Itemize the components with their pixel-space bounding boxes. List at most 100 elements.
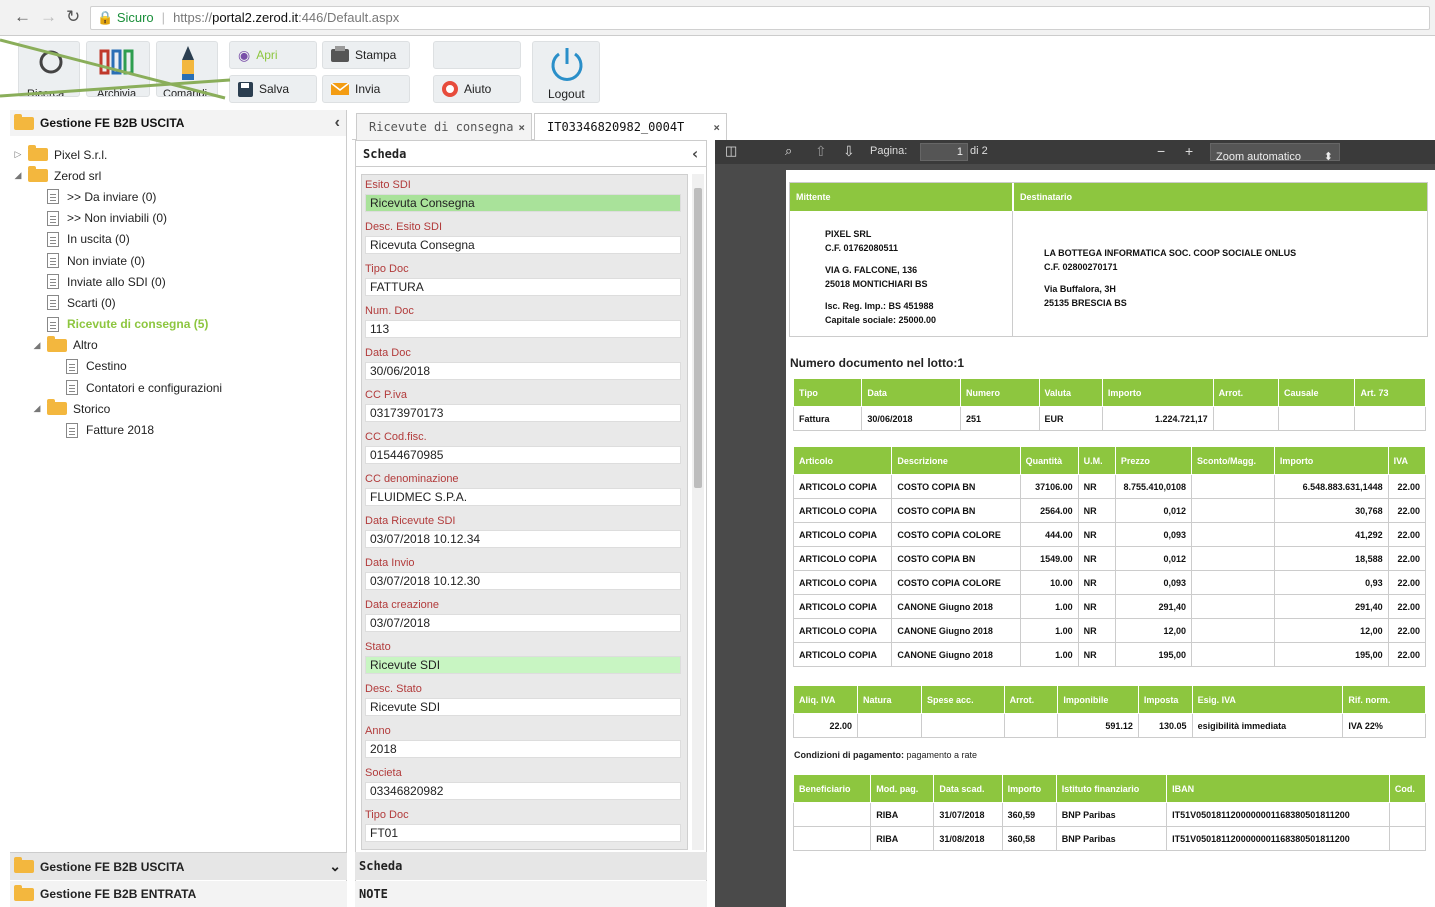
tree-item-label: Inviate allo SDI (0) bbox=[67, 274, 166, 289]
tree-item-label: >> Non inviabili (0) bbox=[67, 211, 168, 226]
tab-document[interactable]: IT03346820982_0004T × bbox=[534, 113, 727, 140]
tree-item-label: Cestino bbox=[86, 359, 127, 374]
address-line: 25018 MONTICHIARI BS bbox=[825, 279, 928, 289]
tree-item-label: In uscita (0) bbox=[67, 232, 130, 247]
expander-icon[interactable]: ◢ bbox=[31, 403, 43, 414]
table-cell: 18,588 bbox=[1273, 546, 1389, 571]
tree-item[interactable]: Cestino bbox=[10, 356, 346, 377]
ricerca-button[interactable]: Ricerca bbox=[18, 41, 80, 97]
tree-item[interactable]: Inviate allo SDI (0) bbox=[10, 271, 346, 292]
chevron-down-icon[interactable]: ⌄ bbox=[329, 858, 341, 875]
document-icon bbox=[66, 380, 78, 396]
address-line bbox=[825, 291, 936, 299]
tree-item[interactable]: In uscita (0) bbox=[10, 229, 346, 250]
forward-icon[interactable]: → bbox=[40, 7, 57, 27]
tree-item[interactable]: Fatture 2018 bbox=[10, 419, 346, 440]
column-header: Mod. pag. bbox=[870, 774, 935, 803]
close-icon[interactable]: × bbox=[713, 121, 720, 134]
tree-item[interactable]: Non inviate (0) bbox=[10, 250, 346, 271]
scheda-bottom-header[interactable]: Scheda bbox=[355, 852, 707, 880]
apri-button[interactable]: ◉ Apri bbox=[229, 41, 317, 69]
zoom-value: Zoom automatico bbox=[1216, 151, 1301, 163]
field-value[interactable]: FLUIDMEC S.P.A. bbox=[365, 488, 681, 506]
table-cell bbox=[1277, 406, 1356, 431]
logout-button[interactable]: Logout bbox=[532, 41, 600, 103]
column-header: Natura bbox=[857, 685, 923, 714]
field-value[interactable]: 03346820982 bbox=[365, 782, 681, 800]
url-host: portal2.zerod.it bbox=[212, 10, 299, 25]
column-header: Quantità bbox=[1019, 446, 1079, 475]
panel-entrata[interactable]: Gestione FE B2B ENTRATA bbox=[10, 881, 347, 907]
table-cell: 10.00 bbox=[1019, 570, 1079, 595]
note-header[interactable]: NOTE bbox=[355, 881, 707, 907]
field-value[interactable]: 01544670985 bbox=[365, 446, 681, 464]
expander-icon[interactable]: ◢ bbox=[31, 340, 43, 351]
field-value[interactable]: FATTURA bbox=[365, 278, 681, 296]
table-cell: 251 bbox=[960, 406, 1040, 431]
tree-item[interactable]: ▷ Pixel S.r.l. bbox=[10, 144, 346, 165]
tree-item[interactable]: ◢ Zerod srl bbox=[10, 165, 346, 186]
field-value[interactable]: 03/07/2018 bbox=[365, 614, 681, 632]
column-header: Tipo bbox=[792, 378, 863, 407]
field-value[interactable]: 03/07/2018 10.12.34 bbox=[365, 530, 681, 548]
tree-item[interactable]: ◢ Storico bbox=[10, 398, 346, 419]
table-cell: IT51V0501811200000001168380501811200 bbox=[1166, 826, 1390, 851]
aiuto-button[interactable]: Aiuto bbox=[433, 75, 521, 103]
column-header: Esig. IVA bbox=[1191, 685, 1344, 714]
field-value[interactable]: Ricevuta Consegna bbox=[365, 194, 681, 212]
tree-item[interactable]: Ricevute di consegna (5) bbox=[10, 314, 346, 335]
collapse-scheda-icon[interactable]: ‹ bbox=[690, 144, 700, 163]
table-cell: RIBA bbox=[870, 826, 935, 851]
field-value[interactable]: Ricevute SDI bbox=[365, 656, 681, 674]
address-bar[interactable]: 🔒 Sicuro | https://portal2.zerod.it:446/De… bbox=[90, 6, 1430, 30]
stampa-button[interactable]: Stampa bbox=[322, 41, 410, 69]
comandi-button[interactable]: Comandi bbox=[156, 41, 218, 97]
zoom-select[interactable]: Zoom automatico ⬍ bbox=[1210, 143, 1340, 163]
table-cell: ARTICOLO COPIA bbox=[792, 522, 893, 547]
tree-item[interactable]: ◢ Altro bbox=[10, 335, 346, 356]
find-icon[interactable]: ⌕ bbox=[785, 143, 792, 159]
invia-label: Invia bbox=[355, 82, 381, 96]
reload-icon[interactable]: ↻ bbox=[66, 7, 80, 27]
panel-uscita[interactable]: Gestione FE B2B USCITA ⌄ bbox=[10, 852, 347, 880]
address-line: LA BOTTEGA INFORMATICA SOC. COOP SOCIALE… bbox=[1044, 248, 1297, 258]
document-icon bbox=[66, 422, 78, 438]
expander-icon[interactable]: ◢ bbox=[12, 170, 24, 181]
tree-item[interactable]: Scarti (0) bbox=[10, 292, 346, 313]
next-page-icon[interactable]: ⇩ bbox=[843, 143, 855, 160]
expander-icon[interactable]: ▷ bbox=[12, 149, 24, 160]
close-icon[interactable]: × bbox=[518, 121, 525, 134]
zoom-in-icon[interactable]: + bbox=[1185, 143, 1193, 159]
tree-item[interactable]: >> Non inviabili (0) bbox=[10, 208, 346, 229]
field-value[interactable]: 113 bbox=[365, 320, 681, 338]
tab-ricevute[interactable]: Ricevute di consegna × bbox=[356, 113, 532, 140]
sidebar-toggle-icon[interactable]: ◫ bbox=[725, 143, 737, 159]
table-cell: 195,00 bbox=[1273, 642, 1389, 667]
back-icon[interactable]: ← bbox=[14, 7, 31, 27]
field-value[interactable]: 03/07/2018 10.12.30 bbox=[365, 572, 681, 590]
field-value[interactable]: FT01 bbox=[365, 824, 681, 842]
tree-item[interactable]: Contatori e configurazioni bbox=[10, 377, 346, 398]
field-value[interactable]: Ricevute SDI bbox=[365, 698, 681, 716]
page-input[interactable]: 1 bbox=[920, 143, 968, 161]
prev-page-icon[interactable]: ⇧ bbox=[815, 143, 827, 160]
table-cell: 22.00 bbox=[1387, 474, 1427, 499]
collapse-left-icon[interactable]: ‹ bbox=[335, 114, 340, 132]
column-header: Importo bbox=[1101, 378, 1214, 407]
zoom-out-icon[interactable]: − bbox=[1157, 143, 1165, 159]
form-scrollbar[interactable] bbox=[692, 174, 704, 850]
archivia-button[interactable]: Archivia bbox=[86, 41, 150, 97]
table-cell: ARTICOLO COPIA bbox=[792, 618, 893, 643]
field-value[interactable]: Ricevuta Consegna bbox=[365, 236, 681, 254]
tree-item[interactable]: >> Da inviare (0) bbox=[10, 186, 346, 207]
field-value[interactable]: 03173970173 bbox=[365, 404, 681, 422]
field-value[interactable]: 2018 bbox=[365, 740, 681, 758]
select-arrow-icon: ⬍ bbox=[1323, 151, 1333, 163]
table-cell: 6.548.883.631,1448 bbox=[1273, 474, 1389, 499]
salva-button[interactable]: Salva bbox=[229, 75, 317, 103]
field-label: Desc. Stato bbox=[365, 683, 422, 695]
invia-button[interactable]: Invia bbox=[322, 75, 410, 103]
column-header: Causale bbox=[1277, 378, 1356, 407]
field-value[interactable]: 30/06/2018 bbox=[365, 362, 681, 380]
url-rest: :446/Default.aspx bbox=[298, 10, 400, 25]
